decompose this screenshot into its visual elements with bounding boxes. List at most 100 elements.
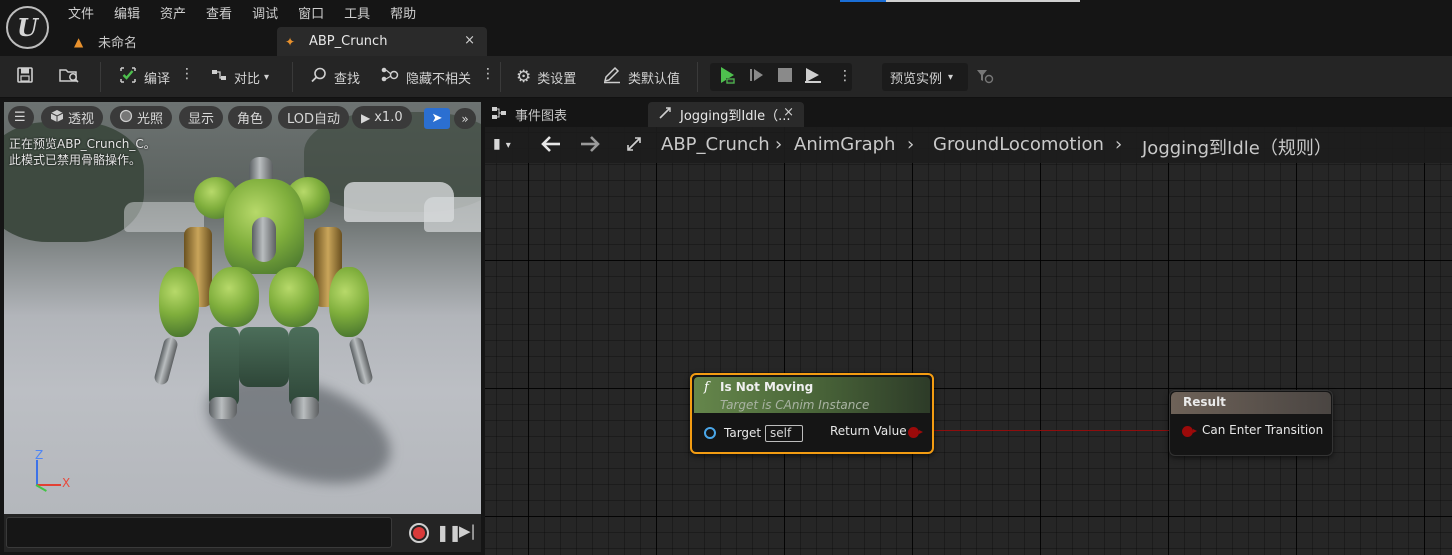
- menu-edit[interactable]: 编辑: [104, 0, 150, 24]
- unreal-logo-icon[interactable]: U: [6, 6, 49, 49]
- perspective-button[interactable]: 透视: [41, 106, 104, 129]
- axis-gizmo: Z X: [32, 448, 82, 499]
- tab-transition-rule-label: Jogging到Idle（...: [680, 109, 791, 124]
- pencil-icon: [602, 66, 622, 88]
- viewport-menu-button[interactable]: ☰: [8, 106, 34, 129]
- tab-abp-crunch[interactable]: ✦ ABP_Crunch ×: [277, 27, 487, 56]
- hide-unrelated-button[interactable]: 隐藏不相关: [380, 64, 471, 90]
- breadcrumb-item-rule[interactable]: Jogging到Idle（规则）: [1142, 134, 1332, 160]
- folder-search-icon: [58, 66, 80, 88]
- recording-timeline-field[interactable]: [6, 517, 392, 548]
- stop-button[interactable]: [774, 66, 796, 88]
- menu-file[interactable]: 文件: [58, 0, 104, 24]
- browse-asset-button[interactable]: [58, 64, 86, 90]
- class-settings-label: 类设置: [537, 71, 577, 87]
- lighting-label: 光照: [137, 112, 164, 127]
- tab-transition-rule[interactable]: Jogging到Idle（... ×: [648, 102, 804, 127]
- lod-label: LOD自动: [287, 112, 341, 127]
- find-button[interactable]: 查找: [310, 64, 360, 90]
- target-pin-icon[interactable]: [704, 427, 716, 439]
- axis-z-label: Z: [35, 448, 44, 462]
- bool-connection-wire[interactable]: [911, 430, 1172, 431]
- node-header: f Is Not Moving Target is CAnim Instance: [694, 377, 930, 413]
- bookmark-menu-button[interactable]: ▮ ▾: [493, 136, 511, 152]
- compile-options-icon[interactable]: ⋮: [180, 66, 194, 82]
- character-button[interactable]: 角色: [228, 106, 273, 129]
- record-icon: [413, 527, 425, 539]
- step-frame-icon: [748, 66, 766, 88]
- simulation-controls: ⋮: [710, 63, 852, 91]
- possess-icon: [803, 66, 823, 88]
- play-options-icon[interactable]: ⋮: [838, 68, 852, 84]
- animation-blueprint-icon: ✦: [285, 34, 296, 49]
- diff-button[interactable]: 对比 ▾: [210, 64, 269, 90]
- close-icon[interactable]: ×: [464, 33, 475, 48]
- menu-tools[interactable]: 工具: [334, 0, 380, 24]
- pause-button[interactable]: ❚❚: [436, 523, 462, 542]
- hide-unrelated-label: 隐藏不相关: [406, 71, 472, 87]
- menu-asset[interactable]: 资产: [150, 0, 196, 24]
- preview-info-line1: 正在预览ABP_Crunch_C。: [9, 137, 156, 151]
- breadcrumb-item-animgraph[interactable]: AnimGraph: [794, 134, 895, 155]
- search-icon: [310, 66, 328, 88]
- graph-icon: [491, 106, 507, 123]
- save-button[interactable]: [16, 64, 40, 90]
- breadcrumb-item-groundlocomotion[interactable]: GroundLocomotion: [933, 134, 1104, 155]
- compile-button[interactable]: 编译: [118, 64, 170, 90]
- class-settings-button[interactable]: ⚙ 类设置: [516, 64, 576, 90]
- character-label: 角色: [237, 112, 264, 127]
- debug-filter-icon[interactable]: [976, 68, 994, 88]
- record-button[interactable]: [409, 523, 429, 543]
- transition-graph-icon: [625, 135, 643, 158]
- close-icon[interactable]: ×: [783, 105, 794, 120]
- breadcrumb: ▮ ▾ ABP_Crunch › AnimGraph › GroundLocomo…: [485, 127, 1452, 163]
- can-enter-transition-label: Can Enter Transition: [1202, 423, 1324, 437]
- target-self-field[interactable]: self: [765, 425, 803, 442]
- is-not-moving-node[interactable]: f Is Not Moving Target is CAnim Instance…: [690, 373, 934, 454]
- step-frame-button[interactable]: [746, 66, 768, 88]
- tab-unnamed-level[interactable]: ▲ 未命名: [62, 27, 272, 56]
- lighting-sphere-icon: [119, 109, 133, 126]
- cursor-arrow-icon: ➤: [431, 111, 443, 126]
- preview-viewport[interactable]: ☰ 透视 光照 显示 角色 LOD自动 ▶ x1.0 ➤ » 正在预览ABP_C…: [4, 102, 481, 514]
- preview-instance-dropdown[interactable]: 预览实例 ▾: [882, 63, 968, 91]
- double-chevron-right-icon: »: [461, 111, 469, 126]
- chevron-down-icon: ▾: [505, 140, 511, 151]
- breadcrumb-separator-icon: ›: [775, 134, 783, 155]
- playback-speed-button[interactable]: ▶ x1.0: [352, 106, 412, 129]
- lod-auto-button[interactable]: LOD自动: [278, 106, 350, 129]
- can-enter-transition-pin-icon[interactable]: [1182, 426, 1197, 437]
- tab-event-graph[interactable]: 事件图表: [491, 102, 647, 127]
- compile-check-icon: [118, 65, 138, 89]
- back-button[interactable]: [541, 135, 561, 158]
- function-icon: f: [704, 380, 709, 395]
- hide-unrelated-options-icon[interactable]: ⋮: [481, 66, 495, 82]
- chevron-down-icon: ▾: [948, 71, 954, 83]
- menu-debug[interactable]: 调试: [242, 0, 288, 24]
- class-defaults-button[interactable]: 类默认值: [602, 64, 680, 90]
- robot-character-mesh[interactable]: [153, 157, 374, 514]
- graph-canvas[interactable]: ▮ ▾ ABP_Crunch › AnimGraph › GroundLocomo…: [485, 127, 1452, 555]
- lighting-button[interactable]: 光照: [110, 106, 173, 129]
- background-car: [424, 197, 481, 232]
- menu-help[interactable]: 帮助: [380, 0, 426, 24]
- eject-possess-button[interactable]: [802, 66, 824, 88]
- target-pin-label: Target: [724, 426, 762, 440]
- select-mode-button[interactable]: ➤: [424, 108, 450, 129]
- result-node[interactable]: Result Can Enter Transition: [1169, 390, 1333, 456]
- recording-bar: ❚❚ ▶|: [4, 514, 481, 552]
- breadcrumb-item-abp[interactable]: ABP_Crunch: [661, 134, 770, 155]
- compile-label: 编译: [144, 71, 171, 87]
- menu-window[interactable]: 窗口: [288, 0, 334, 24]
- breadcrumb-separator-icon: ›: [907, 134, 915, 155]
- return-value-pin-icon[interactable]: [908, 427, 923, 438]
- viewport-more-button[interactable]: »: [454, 108, 476, 129]
- show-button[interactable]: 显示: [179, 106, 224, 129]
- tab-unnamed-label: 未命名: [98, 36, 138, 51]
- step-forward-button[interactable]: ▶|: [459, 522, 476, 540]
- menu-view[interactable]: 查看: [196, 0, 242, 24]
- play-button[interactable]: [716, 66, 738, 88]
- perspective-label: 透视: [68, 112, 95, 127]
- bookmark-icon: ▮: [493, 136, 501, 152]
- forward-button[interactable]: [580, 135, 600, 158]
